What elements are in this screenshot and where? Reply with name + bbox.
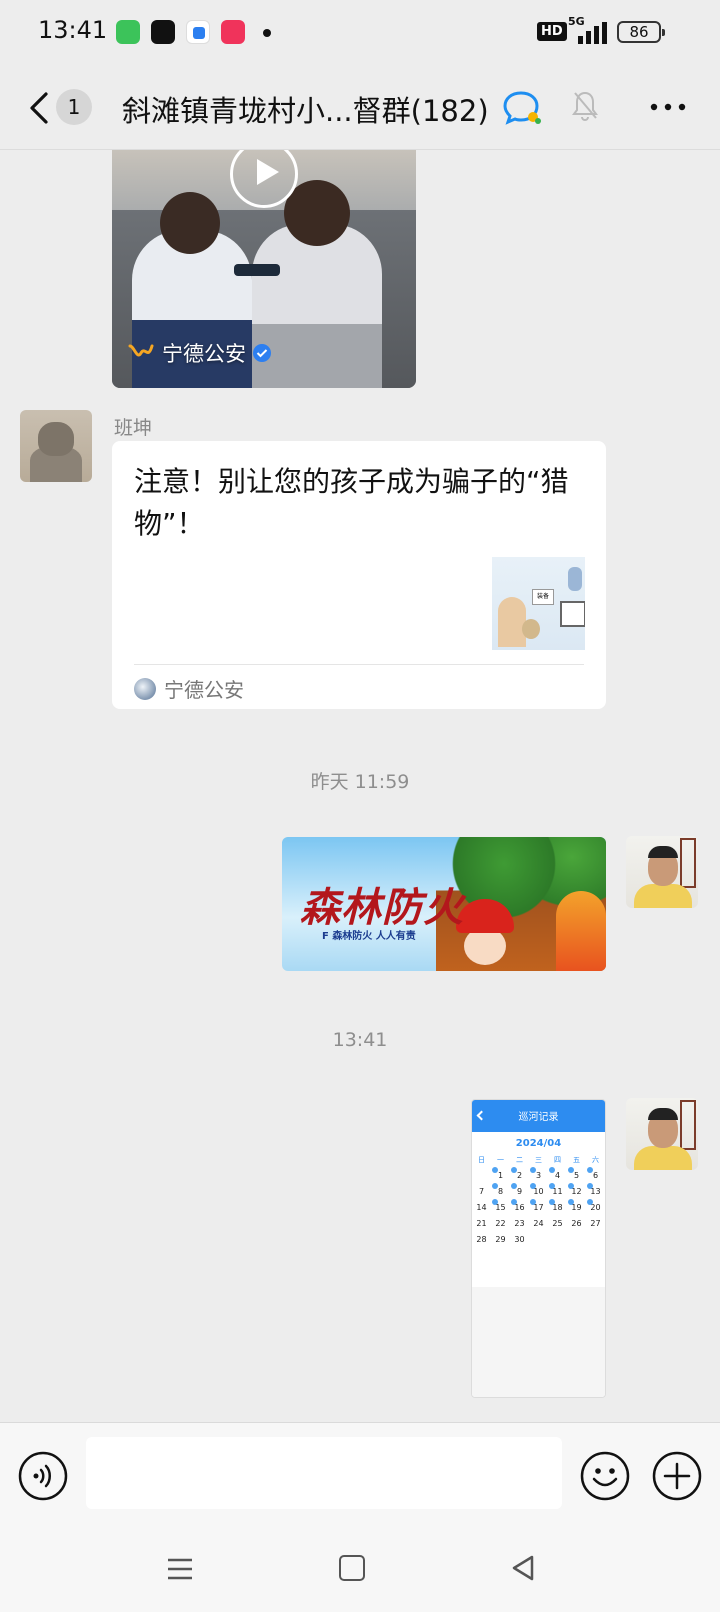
- messages-app-icon: [116, 20, 140, 44]
- sent-image-calendar-screenshot[interactable]: 巡河记录 2024/04 日 一 二 三 四 五 六 1 2 3 4 5 6 7…: [471, 1099, 606, 1398]
- hd-voice-icon: HD: [537, 22, 567, 41]
- my-avatar[interactable]: [626, 1098, 698, 1170]
- signal-strength-icon: [578, 22, 607, 44]
- home-square-icon[interactable]: [339, 1555, 365, 1581]
- more-functions-plus-icon[interactable]: [652, 1451, 702, 1501]
- group-chat-icon: [503, 91, 541, 125]
- verified-badge-icon: [253, 344, 271, 362]
- status-bar: 13:41 HD 5G 86: [0, 0, 720, 64]
- my-avatar[interactable]: [626, 836, 698, 908]
- screenshot-weekdays: 日 一 二 三 四 五 六: [478, 1156, 599, 1164]
- back-arrow-icon[interactable]: [26, 90, 56, 126]
- shared-article-card[interactable]: 注意！别让您的孩子成为骗子的“猎物”！ 装备 宁德公安: [112, 441, 606, 709]
- article-source-name: 宁德公安: [164, 678, 244, 702]
- message-text-input[interactable]: [86, 1437, 562, 1509]
- recent-apps-menu-icon[interactable]: [166, 1556, 194, 1582]
- article-source-row: 宁德公安: [134, 674, 244, 703]
- channels-logo-icon: [128, 344, 154, 357]
- chat-title: 斜滩镇青垅村小...督群(182): [122, 94, 489, 128]
- card-divider: [134, 664, 584, 665]
- sent-image-forest-fire-banner[interactable]: 森林防火 F 森林防火 人人有责: [282, 837, 606, 971]
- message-input-bar: [0, 1422, 720, 1526]
- banner-title: 森林防火: [300, 884, 464, 931]
- screenshot-calendar-days: 1 2 3 4 5 6 7 8 9 10 11 12 13 14 15 16 1…: [472, 1167, 605, 1244]
- voice-input-icon[interactable]: [18, 1451, 68, 1501]
- blue-app-icon: [186, 20, 210, 44]
- video-source-name: 宁德公安: [162, 342, 246, 366]
- emoji-icon[interactable]: [580, 1451, 630, 1501]
- sender-avatar[interactable]: [20, 410, 92, 482]
- system-navigation-bar: [0, 1526, 720, 1612]
- message-timestamp: 13:41: [332, 1029, 388, 1051]
- unread-count-badge[interactable]: 1: [56, 89, 92, 125]
- mute-bell-icon: [572, 91, 598, 122]
- video-thumbnail-game-device: [234, 264, 280, 276]
- screenshot-month: 2024/04: [515, 1138, 562, 1149]
- article-title: 注意！别让您的孩子成为骗子的“猎物”！: [134, 465, 569, 540]
- article-thumbnail: 装备: [492, 557, 585, 650]
- video-source-row: 宁德公安: [128, 338, 272, 368]
- battery-icon: 86: [617, 21, 665, 43]
- video-app-icon: [221, 20, 245, 44]
- chat-header: 1 斜滩镇青垅村小...督群(182): [0, 64, 720, 150]
- banner-subtitle: F 森林防火 人人有责: [322, 931, 416, 942]
- screenshot-header: 巡河记录: [472, 1100, 605, 1132]
- tiktok-app-icon: [151, 20, 175, 44]
- system-back-triangle-icon[interactable]: [510, 1554, 536, 1582]
- notification-dot-icon: [263, 29, 271, 37]
- source-account-icon: [134, 677, 156, 700]
- shared-video-card[interactable]: 宁德公安: [112, 150, 416, 388]
- status-time: 13:41: [38, 16, 108, 44]
- more-options-icon[interactable]: [650, 102, 686, 112]
- sender-name: 班坤: [114, 417, 153, 439]
- message-timestamp: 昨天 11:59: [310, 771, 410, 793]
